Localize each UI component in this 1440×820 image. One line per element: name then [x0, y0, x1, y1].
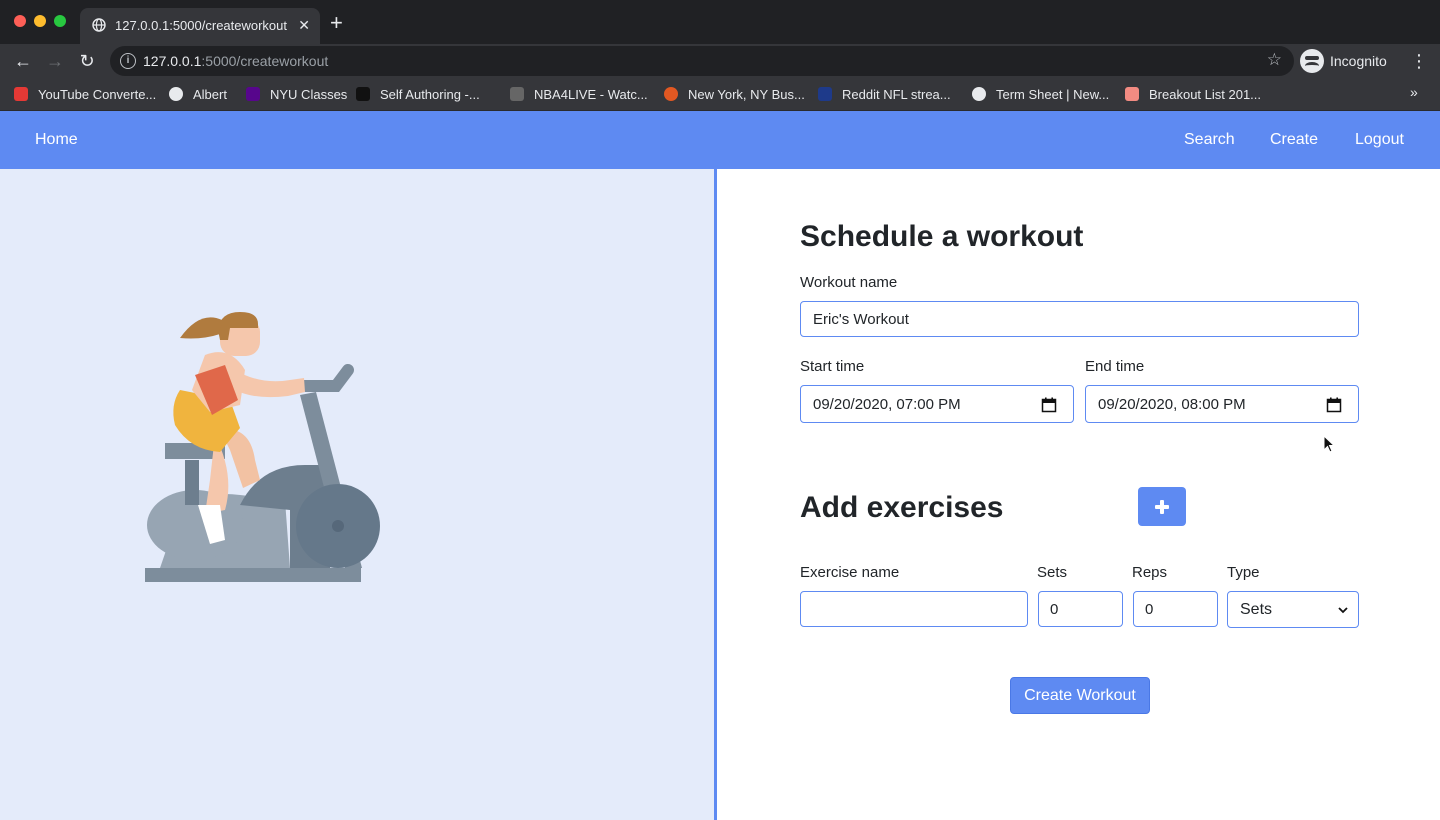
- workout-name-input[interactable]: Eric's Workout: [800, 301, 1359, 337]
- back-arrow-icon[interactable]: ←: [12, 50, 34, 72]
- type-selected-value: Sets: [1240, 600, 1273, 618]
- type-label: Type: [1227, 564, 1260, 581]
- bookmark-label: New York, NY Bus...: [688, 86, 805, 102]
- e-logo-icon: [664, 87, 678, 101]
- incognito-indicator[interactable]: Incognito: [1300, 48, 1387, 74]
- chevron-down-icon: [1338, 607, 1348, 614]
- bookmark-label: Albert: [193, 86, 227, 102]
- sets-input[interactable]: 0: [1038, 591, 1123, 627]
- incognito-icon: [1300, 49, 1324, 73]
- forward-arrow-icon[interactable]: →: [44, 50, 66, 72]
- sets-value: 0: [1050, 600, 1059, 618]
- nba-icon: [510, 87, 524, 101]
- nav-link-logout[interactable]: Logout: [1355, 131, 1404, 149]
- new-tab-button[interactable]: +: [330, 12, 343, 34]
- end-time-value: 09/20/2020, 08:00 PM: [1098, 395, 1246, 413]
- bookmark-label: YouTube Converte...: [38, 86, 157, 102]
- nfl-icon: [818, 87, 832, 101]
- globe-icon: [169, 87, 183, 101]
- workout-name-value: Eric's Workout: [813, 310, 909, 328]
- app-navbar: Home Search Create Logout: [0, 111, 1440, 169]
- address-bar[interactable]: i 127.0.0.1:5000/createworkout ☆: [110, 46, 1294, 76]
- reps-input[interactable]: 0: [1133, 591, 1218, 627]
- nav-link-search[interactable]: Search: [1184, 131, 1235, 149]
- bookmark-label: Self Authoring -...: [380, 86, 480, 102]
- bookmark-item[interactable]: Breakout List 201...: [1125, 84, 1261, 104]
- add-exercise-button[interactable]: [1138, 487, 1186, 526]
- bookmark-label: Reddit NFL strea...: [842, 86, 951, 102]
- bookmark-label: NBA4LIVE - Watc...: [534, 86, 648, 102]
- url-text: 127.0.0.1:5000/createworkout: [143, 53, 329, 69]
- info-icon[interactable]: i: [120, 53, 136, 69]
- bookmark-item[interactable]: NBA4LIVE - Watc...: [510, 84, 648, 104]
- reps-value: 0: [1145, 600, 1154, 618]
- youtube-converter-icon: [14, 87, 28, 101]
- sets-label: Sets: [1037, 564, 1068, 581]
- exercises-heading: Add exercises: [800, 491, 1004, 524]
- mouse-cursor-icon: [1323, 435, 1335, 453]
- start-time-value: 09/20/2020, 07:00 PM: [813, 395, 961, 413]
- incognito-label: Incognito: [1330, 53, 1387, 69]
- bookmark-item[interactable]: Reddit NFL strea...: [818, 84, 951, 104]
- page-title: Schedule a workout: [800, 220, 1084, 253]
- bookmark-item[interactable]: New York, NY Bus...: [664, 84, 805, 104]
- menu-kebab-icon[interactable]: ⋮: [1410, 50, 1428, 72]
- end-time-input[interactable]: 09/20/2020, 08:00 PM: [1085, 385, 1359, 423]
- nav-link-home[interactable]: Home: [35, 131, 78, 149]
- start-time-label: Start time: [800, 358, 865, 375]
- nyu-torch-icon: [246, 87, 260, 101]
- window-maximize-button[interactable]: [54, 15, 66, 27]
- browser-tab[interactable]: 127.0.0.1:5000/createworkout ✕: [80, 8, 320, 44]
- window-close-button[interactable]: [14, 15, 26, 27]
- exercise-name-label: Exercise name: [800, 564, 900, 581]
- bookmark-label: Term Sheet | New...: [996, 86, 1110, 102]
- bookmarks-bar: YouTube Converte... Albert NYU Classes S…: [0, 78, 1440, 111]
- create-workout-button[interactable]: Create Workout: [1010, 677, 1150, 714]
- exercise-name-input[interactable]: [800, 591, 1028, 627]
- bookmark-item[interactable]: Self Authoring -...: [356, 84, 480, 104]
- workout-name-label: Workout name: [800, 274, 898, 291]
- start-time-input[interactable]: 09/20/2020, 07:00 PM: [800, 385, 1074, 423]
- browser-toolbar: ← → ↻ i 127.0.0.1:5000/createworkout ☆ I…: [0, 44, 1440, 78]
- bookmark-item[interactable]: Term Sheet | New...: [972, 84, 1109, 104]
- window-minimize-button[interactable]: [34, 15, 46, 27]
- bookmark-item[interactable]: NYU Classes: [246, 84, 347, 104]
- type-select[interactable]: Sets: [1227, 591, 1359, 628]
- nav-link-create[interactable]: Create: [1270, 131, 1318, 149]
- calendar-icon[interactable]: [1041, 397, 1057, 413]
- bookmark-item[interactable]: Albert: [169, 84, 227, 104]
- pen-icon: [356, 87, 370, 101]
- reps-label: Reps: [1132, 564, 1168, 581]
- close-icon[interactable]: ✕: [298, 16, 310, 34]
- bookmark-star-icon[interactable]: ☆: [1267, 50, 1282, 70]
- bookmark-label: NYU Classes: [270, 86, 348, 102]
- calendar-icon[interactable]: [1326, 397, 1342, 413]
- exercise-bike-illustration: [145, 312, 380, 582]
- reload-icon[interactable]: ↻: [76, 50, 98, 72]
- bookmark-item[interactable]: YouTube Converte...: [14, 84, 156, 104]
- browser-tabstrip: 127.0.0.1:5000/createworkout ✕ +: [0, 0, 1440, 44]
- globe-icon: [92, 18, 106, 32]
- bookmarks-overflow-icon[interactable]: »: [1410, 84, 1418, 100]
- globe-icon: [972, 87, 986, 101]
- tab-title: 127.0.0.1:5000/createworkout: [115, 18, 288, 33]
- bookmark-label: Breakout List 201...: [1149, 86, 1262, 102]
- rocket-icon: [1125, 87, 1139, 101]
- end-time-label: End time: [1085, 358, 1145, 375]
